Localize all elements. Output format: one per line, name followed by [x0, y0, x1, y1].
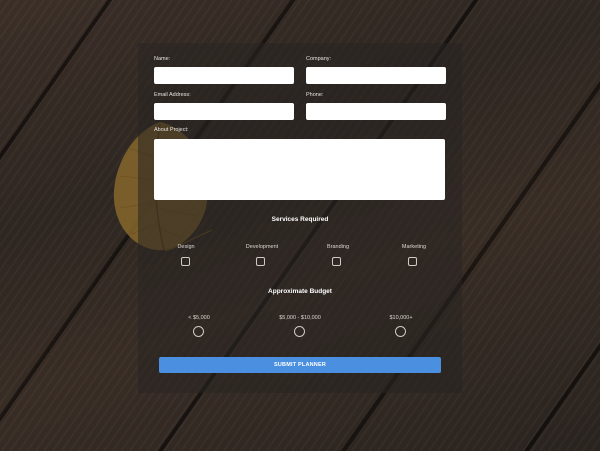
marketing-label: Marketing [401, 244, 427, 250]
design-checkbox[interactable] [181, 257, 190, 266]
development-label: Development [245, 244, 279, 250]
branding-label: Branding [326, 244, 350, 250]
budget-5000-10000-label: $5,000 - $10,000 [279, 315, 321, 321]
name-input[interactable] [154, 67, 294, 84]
phone-label: Phone: [306, 92, 324, 98]
budget-5000-10000-radio[interactable] [294, 326, 305, 337]
services-title: Services Required [271, 216, 329, 223]
branding-checkbox[interactable] [332, 257, 341, 266]
budget-over-10000-radio[interactable] [395, 326, 406, 337]
company-label: Company: [306, 56, 332, 62]
email-label: Email Address: [154, 92, 191, 98]
development-checkbox[interactable] [256, 257, 265, 266]
project-planner-form: Name: Company: Email Address: Phone: Abo… [138, 43, 462, 393]
marketing-checkbox[interactable] [408, 257, 417, 266]
about-project-label: About Project: [154, 127, 189, 133]
budget-title: Approximate Budget [268, 288, 332, 295]
phone-input[interactable] [306, 103, 446, 120]
budget-over-10000-label: $10,000+ [389, 315, 413, 321]
about-project-textarea[interactable] [154, 139, 445, 200]
design-label: Design [177, 244, 195, 250]
company-input[interactable] [306, 67, 446, 84]
name-label: Name: [154, 56, 171, 62]
budget-under-5000-label: < $5,000 [188, 315, 210, 321]
email-input[interactable] [154, 103, 294, 120]
page-background: { "form": { "name_label": "Name:", "comp… [0, 0, 600, 451]
budget-under-5000-radio[interactable] [193, 326, 204, 337]
submit-planner-button[interactable]: SUBMIT PLANNER [159, 357, 441, 373]
